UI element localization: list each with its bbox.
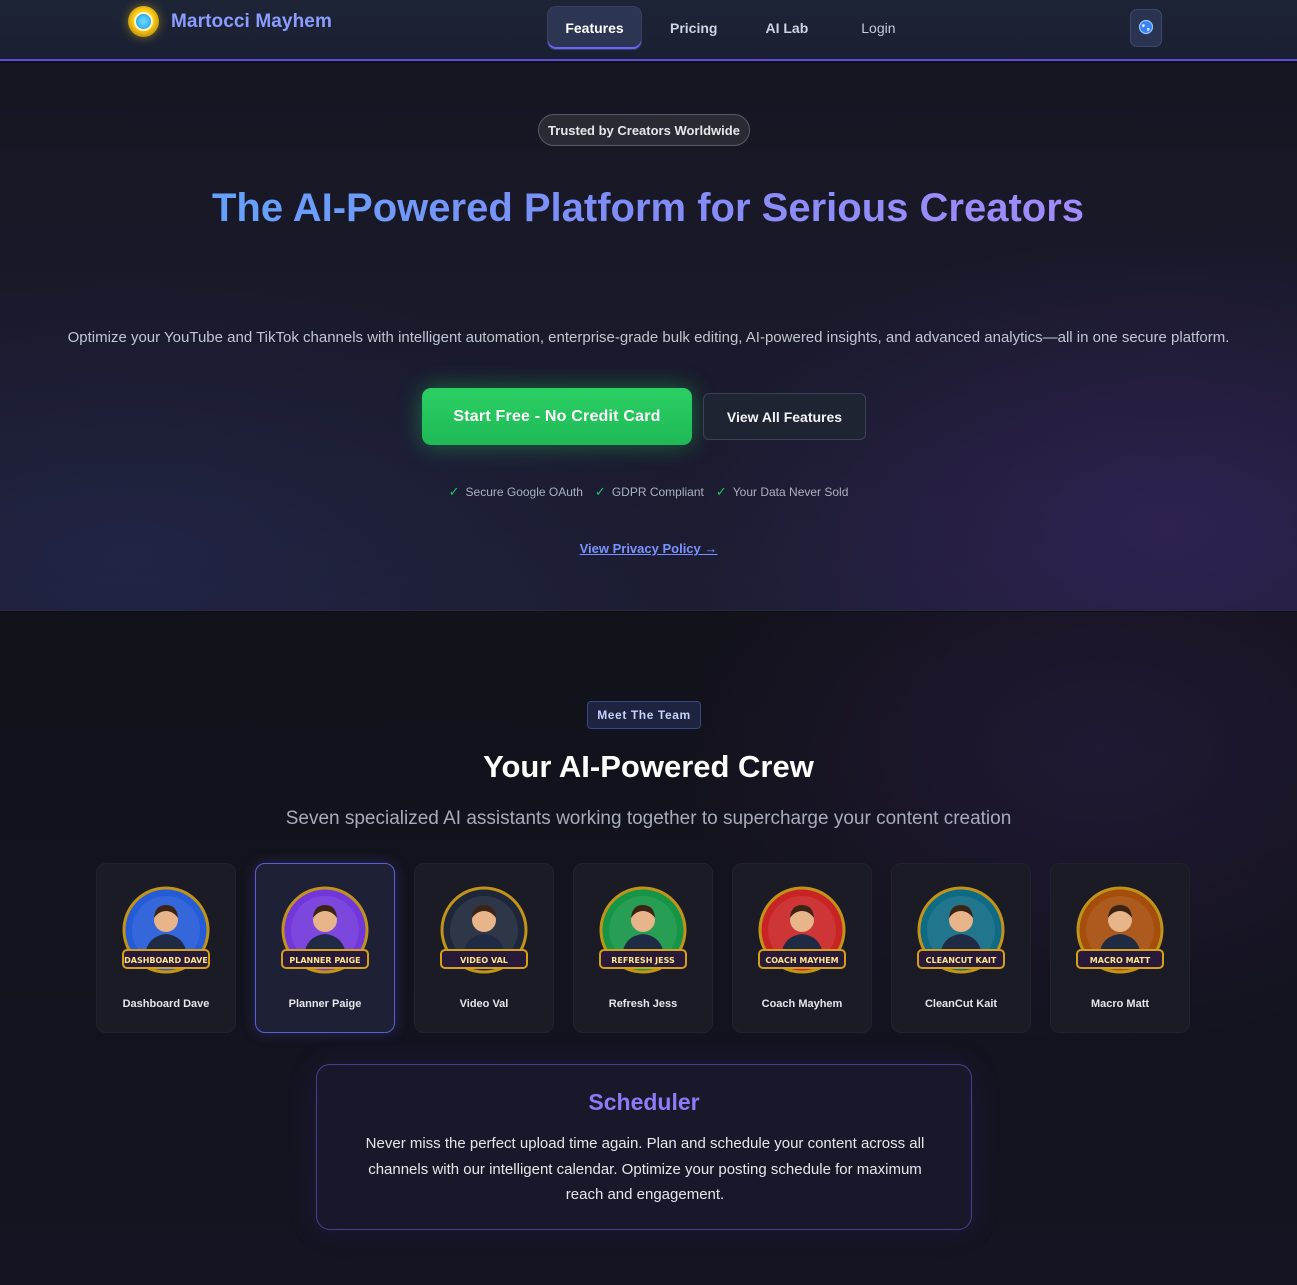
- trust-item-label: GDPR Compliant: [611, 485, 704, 499]
- crew-avatar-badge-text: DASHBOARD DAVE: [124, 956, 208, 965]
- crew-name: Refresh Jess: [608, 998, 678, 1010]
- nav-link-login[interactable]: Login: [834, 7, 914, 49]
- crew-card[interactable]: MACRO MATT Macro Matt: [1050, 863, 1190, 1033]
- crew-card[interactable]: REFRESH JESS Refresh Jess: [573, 863, 713, 1033]
- team-section: Meet The Team Your AI-Powered Crew Seven…: [0, 612, 1297, 1285]
- globe-icon: [1138, 19, 1154, 38]
- trust-item: ✓ GDPR Compliant: [595, 484, 704, 500]
- main-nav: Features Pricing AI Lab Login: [548, 7, 915, 49]
- crew-card[interactable]: COACH MAYHEM Coach Mayhem: [732, 863, 872, 1033]
- crew-name: Planner Paige: [288, 998, 362, 1010]
- team-badge: Meet The Team: [587, 701, 701, 729]
- trust-badge: Trusted by Creators Worldwide: [538, 114, 750, 146]
- brand[interactable]: Martocci Mayhem: [128, 6, 332, 37]
- trust-item: ✓ Secure Google OAuth: [449, 484, 583, 500]
- trust-item-label: Secure Google OAuth: [465, 485, 583, 499]
- crew-avatar: MACRO MATT: [1071, 886, 1169, 984]
- crew-avatar-badge-text: PLANNER PAIGE: [289, 956, 360, 965]
- feature-description: Never miss the perfect upload time again…: [365, 1135, 925, 1203]
- crew-avatar-badge-text: VIDEO VAL: [460, 956, 508, 965]
- crew-avatar-badge-text: CLEANCUT KAIT: [926, 956, 997, 965]
- crew-card[interactable]: CLEANCUT KAIT CleanCut Kait: [891, 863, 1031, 1033]
- crew-name: Coach Mayhem: [761, 998, 843, 1010]
- privacy-policy-link[interactable]: View Privacy Policy →: [0, 541, 1297, 556]
- crew-row: DASHBOARD DAVE Dashboard Dave PLANNER PAIG…: [96, 863, 1190, 1033]
- team-subtitle: Seven specialized AI assistants working …: [285, 808, 1012, 829]
- check-icon: ✓: [448, 484, 460, 499]
- crew-avatar-badge-text: COACH MAYHEM: [765, 956, 838, 965]
- crew-avatar: PLANNER PAIGE: [276, 886, 374, 984]
- feature-detail-card: Scheduler Never miss the perfect upload …: [316, 1064, 972, 1230]
- crew-avatar: DASHBOARD DAVE: [117, 886, 215, 984]
- crew-card[interactable]: DASHBOARD DAVE Dashboard Dave: [96, 863, 236, 1033]
- hero-subtitle: Optimize your YouTube and TikTok channel…: [67, 329, 1230, 346]
- trust-list: ✓ Secure Google OAuth ✓ GDPR Compliant ✓…: [0, 484, 1297, 500]
- hero-section: Trusted by Creators Worldwide The AI-Pow…: [0, 63, 1297, 611]
- brand-name: Martocci Mayhem: [171, 10, 332, 32]
- crew-card[interactable]: PLANNER PAIGE Planner Paige: [255, 863, 395, 1033]
- team-title: Your AI-Powered Crew: [483, 749, 814, 784]
- view-all-features-button[interactable]: View All Features: [703, 393, 866, 440]
- start-free-button[interactable]: Start Free - No Credit Card: [422, 388, 692, 445]
- check-icon: ✓: [715, 484, 727, 499]
- nav-link-ai-lab[interactable]: AI Lab: [744, 7, 834, 49]
- hero-title: The AI-Powered Platform for Serious Crea…: [148, 184, 1148, 232]
- crew-card[interactable]: VIDEO VAL Video Val: [414, 863, 554, 1033]
- trust-item: ✓ Your Data Never Sold: [716, 484, 849, 500]
- crew-name: Video Val: [459, 998, 509, 1010]
- trust-item-label: Your Data Never Sold: [732, 485, 849, 499]
- crew-name: Dashboard Dave: [122, 998, 210, 1010]
- crew-avatar-badge-text: REFRESH JESS: [611, 956, 675, 965]
- navbar: Martocci Mayhem Features Pricing AI Lab …: [0, 0, 1297, 61]
- nav-link-pricing[interactable]: Pricing: [641, 7, 744, 49]
- check-icon: ✓: [594, 484, 606, 499]
- nav-link-features[interactable]: Features: [548, 7, 641, 49]
- language-button[interactable]: [1130, 9, 1162, 47]
- crew-name: Macro Matt: [1090, 998, 1150, 1010]
- crew-name: CleanCut Kait: [924, 998, 998, 1010]
- crew-avatar: COACH MAYHEM: [753, 886, 851, 984]
- crew-avatar-badge-text: MACRO MATT: [1090, 956, 1151, 965]
- crew-avatar: CLEANCUT KAIT: [912, 886, 1010, 984]
- feature-title: Scheduler: [588, 1089, 700, 1115]
- crew-avatar: REFRESH JESS: [594, 886, 692, 984]
- globe-coin-logo-icon: [128, 6, 159, 37]
- crew-avatar: VIDEO VAL: [435, 886, 533, 984]
